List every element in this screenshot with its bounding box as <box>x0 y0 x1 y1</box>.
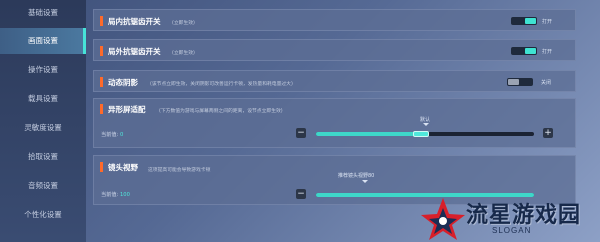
setting-title: 镜头视野 <box>108 163 138 172</box>
notch-increase-button[interactable]: + <box>543 128 553 138</box>
setting-hint: (该节点立即生效，关闭阴影可改善运行卡顿，发热量和耗电量过大) <box>150 82 293 87</box>
setting-title: 局外抗锯齿开关 <box>108 47 161 56</box>
setting-row-notch-adapt: 异形屏适配 (下方数值为游戏与屏幕两侧之间的距离，设节点立即生效) 当前值: 0… <box>93 98 576 148</box>
current-value-caption: 当前值: <box>101 132 119 138</box>
setting-title: 动态阴影 <box>108 78 138 87</box>
setting-row-indoor-aa: 局内抗锯齿开关 (立即生效) 打开 <box>93 9 576 31</box>
title-marker <box>100 46 103 56</box>
fov-decrease-button[interactable]: − <box>296 189 306 199</box>
sidebar-item-sensitivity[interactable]: 灵敏度设置 <box>0 115 86 141</box>
toggle-knob <box>525 18 536 24</box>
setting-title: 异形屏适配 <box>108 105 146 114</box>
sidebar-item-basic[interactable]: 基础设置 <box>0 0 86 26</box>
dynamic-shadow-toggle[interactable] <box>507 78 533 86</box>
watermark-text: 流星游戏园 <box>466 203 582 228</box>
settings-sidebar: 基础设置 画面设置 操作设置 载具设置 灵敏度设置 拾取设置 音频设置 个性化设… <box>0 0 86 242</box>
notch-decrease-button[interactable]: − <box>296 128 306 138</box>
sidebar-item-pickup[interactable]: 拾取设置 <box>0 144 86 170</box>
watermark-logo: 流星游戏园 SLOGAN <box>418 196 600 242</box>
setting-title: 局内抗锯齿开关 <box>108 17 161 26</box>
title-marker <box>100 16 103 26</box>
notch-slider-thumb[interactable] <box>412 131 429 137</box>
toggle-knob <box>508 79 519 85</box>
toggle-state-label: 关闭 <box>541 80 552 86</box>
setting-hint: (立即生效) <box>172 21 195 26</box>
setting-row-outdoor-aa: 局外抗锯齿开关 (立即生效) 打开 <box>93 39 576 61</box>
watermark-slogan: SLOGAN <box>492 226 532 235</box>
sidebar-item-personalization[interactable]: 个性化设置 <box>0 202 86 228</box>
current-value: 100 <box>119 192 130 198</box>
recommend-marker-label: 推荐镜头视野80 <box>338 173 375 179</box>
sidebar-item-graphics[interactable]: 画面设置 <box>0 28 86 54</box>
default-marker-arrow <box>423 123 429 126</box>
current-value-label: 当前值: 0 <box>101 131 123 138</box>
recommend-marker-arrow <box>362 180 368 183</box>
setting-row-dynamic-shadow: 动态阴影 (该节点立即生效，关闭阴影可改善运行卡顿，发热量和耗电量过大) 关闭 <box>93 70 576 92</box>
toggle-knob <box>525 48 536 54</box>
title-marker <box>100 162 103 172</box>
shooting-star-icon <box>421 198 465 240</box>
sidebar-item-controls[interactable]: 操作设置 <box>0 57 86 83</box>
setting-hint: (立即生效) <box>172 51 195 56</box>
current-value-caption: 当前值: <box>101 192 119 198</box>
current-value-label: 当前值: 100 <box>101 191 130 198</box>
setting-hint: 这项提高可能会导致游戏卡顿 <box>148 168 211 173</box>
sidebar-item-vehicle[interactable]: 载具设置 <box>0 86 86 112</box>
toggle-state-label: 打开 <box>542 49 553 55</box>
title-marker <box>100 104 103 114</box>
indoor-aa-toggle[interactable] <box>511 17 537 25</box>
notch-slider-fill <box>316 132 421 136</box>
sidebar-item-audio[interactable]: 音频设置 <box>0 173 86 199</box>
default-marker-label: 默认 <box>420 117 431 123</box>
title-marker <box>100 77 103 87</box>
outdoor-aa-toggle[interactable] <box>511 47 537 55</box>
setting-hint: (下方数值为游戏与屏幕两侧之间的距离，设节点立即生效) <box>159 109 283 114</box>
current-value: 0 <box>119 132 124 138</box>
toggle-state-label: 打开 <box>542 19 553 25</box>
